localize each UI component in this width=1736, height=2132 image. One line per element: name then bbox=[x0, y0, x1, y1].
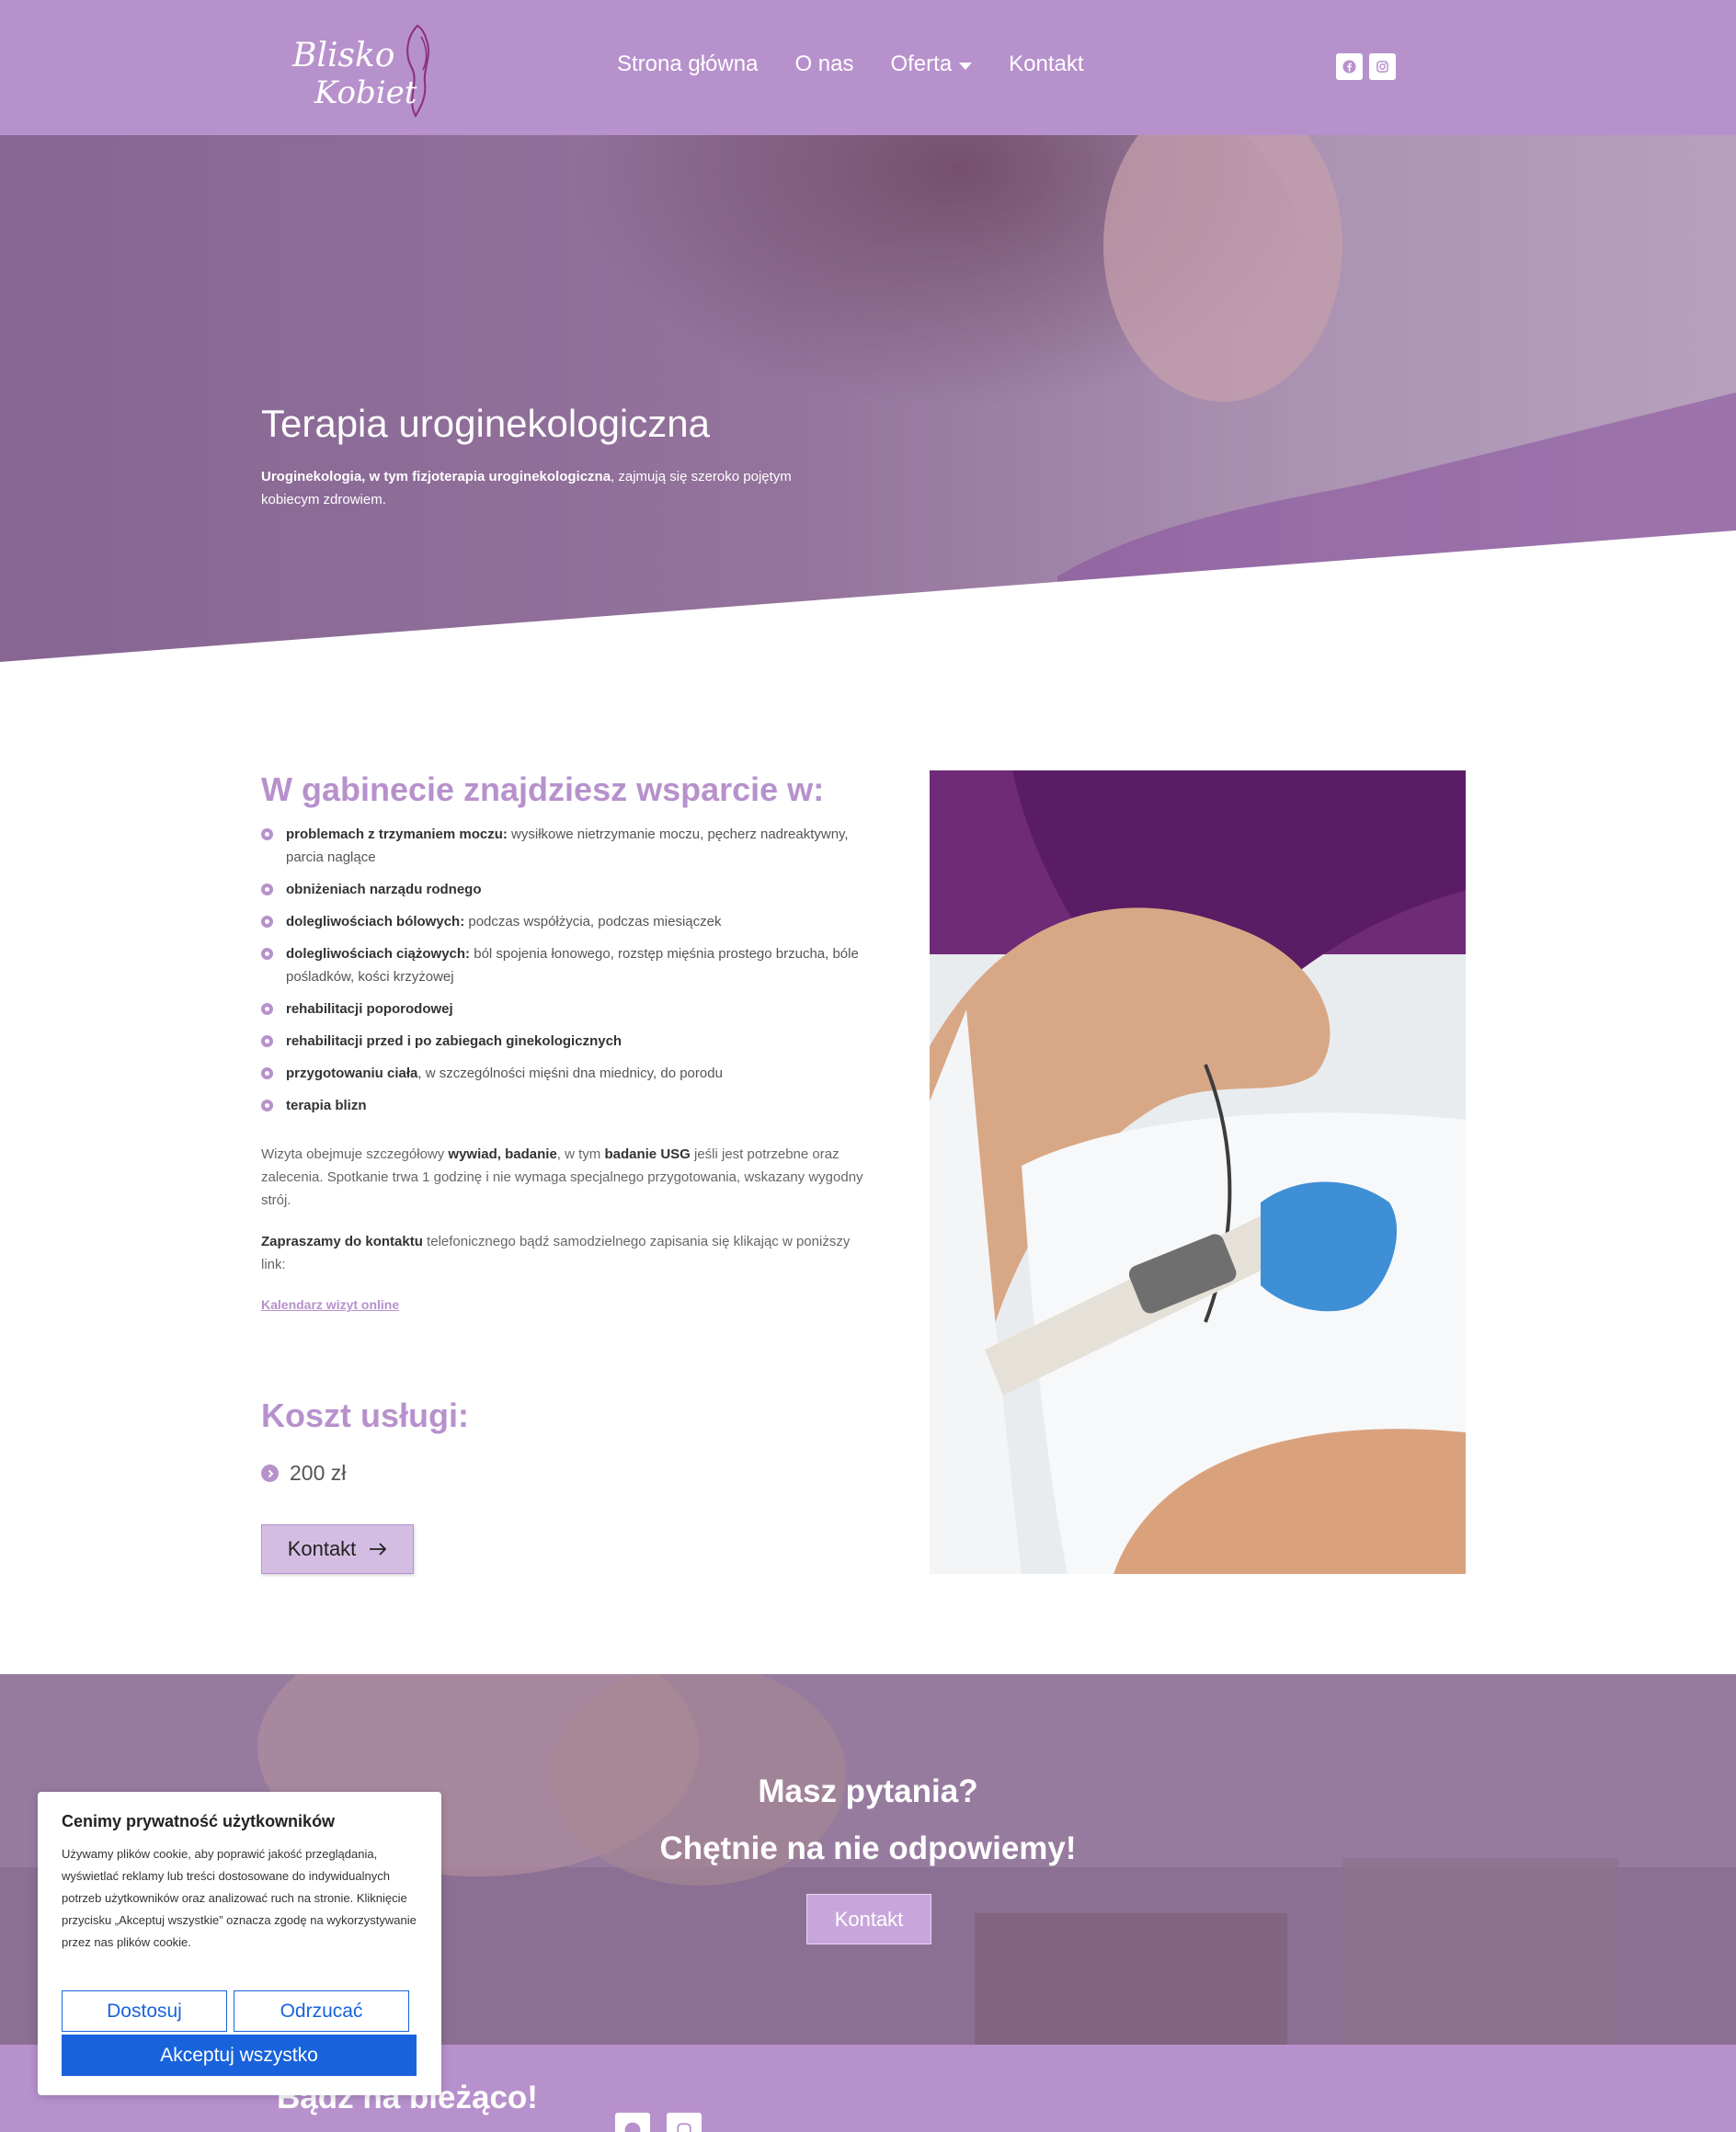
bullet-icon bbox=[261, 828, 273, 840]
support-heading: W gabinecie znajdziesz wsparcie w: bbox=[261, 770, 825, 808]
nav-offer-label: Oferta bbox=[890, 51, 953, 76]
list-item: dolegliwościach bólowych: podczas współż… bbox=[261, 910, 868, 933]
invite-bold: Zapraszamy do kontaktu bbox=[261, 1234, 423, 1249]
page-title: Terapia uroginekologiczna bbox=[261, 402, 710, 445]
svg-text:Kobiet: Kobiet bbox=[314, 74, 417, 111]
arrow-right-icon bbox=[370, 1543, 387, 1556]
item-bold: obniżeniach narządu rodnego bbox=[286, 882, 482, 897]
cookie-reject-button[interactable]: Odrzucać bbox=[234, 1990, 409, 2032]
facebook-icon[interactable] bbox=[1336, 53, 1363, 80]
list-item: rehabilitacji poporodowej bbox=[261, 998, 868, 1020]
header-social bbox=[1336, 53, 1396, 80]
main-nav: Strona główna O nas Oferta Kontakt bbox=[617, 51, 1084, 77]
site-logo[interactable]: Blisko Kobiet bbox=[289, 18, 443, 127]
therapy-photo bbox=[930, 770, 1466, 1574]
hero-photo bbox=[0, 135, 1736, 662]
chevron-down-icon bbox=[959, 62, 973, 70]
list-item: problemach z trzymaniem moczu: wysiłkowe… bbox=[261, 823, 868, 869]
list-item: dolegliwościach ciążowych: ból spojenia … bbox=[261, 942, 868, 988]
list-item: terapia blizn bbox=[261, 1094, 868, 1117]
item-bold: przygotowaniu ciała bbox=[286, 1066, 418, 1081]
item-text: , w szczególności mięśni dna miednicy, d… bbox=[417, 1066, 723, 1081]
bullet-icon bbox=[261, 916, 273, 928]
bullet-icon bbox=[261, 1067, 273, 1079]
invite-text: Zapraszamy do kontaktu telefonicznego bą… bbox=[261, 1230, 868, 1276]
nav-contact[interactable]: Kontakt bbox=[1009, 51, 1083, 77]
instagram-icon[interactable] bbox=[1369, 53, 1396, 80]
item-bold: terapia blizn bbox=[286, 1098, 367, 1113]
nav-home[interactable]: Strona główna bbox=[617, 51, 758, 77]
hero-subtitle-bold: Uroginekologia, w tym fizjoterapia urogi… bbox=[261, 469, 611, 485]
pricing-heading: Koszt usługi: bbox=[261, 1397, 469, 1434]
item-bold: dolegliwościach bólowych: bbox=[286, 914, 465, 929]
cookie-accept-button[interactable]: Akceptuj wszystko bbox=[62, 2035, 417, 2076]
facebook-icon[interactable] bbox=[615, 2113, 650, 2132]
list-item: rehabilitacji przed i po zabiegach ginek… bbox=[261, 1030, 868, 1053]
hero-subtitle: Uroginekologia, w tym fizjoterapia urogi… bbox=[261, 465, 831, 511]
item-bold: rehabilitacji poporodowej bbox=[286, 1001, 453, 1017]
visit-text-1: Wizyta obejmuje szczegółowy bbox=[261, 1146, 449, 1162]
bullet-icon bbox=[261, 1035, 273, 1047]
calendar-link[interactable]: Kalendarz wizyt online bbox=[261, 1297, 399, 1312]
cookie-customize-button[interactable]: Dostosuj bbox=[62, 1990, 227, 2032]
nav-home-label: Strona główna bbox=[617, 51, 759, 76]
svg-text:Blisko: Blisko bbox=[291, 37, 394, 74]
nav-about[interactable]: O nas bbox=[794, 51, 853, 77]
bullet-icon bbox=[261, 948, 273, 960]
contact-button[interactable]: Kontakt bbox=[261, 1524, 414, 1574]
bullet-icon bbox=[261, 1003, 273, 1015]
services-list: problemach z trzymaniem moczu: wysiłkowe… bbox=[261, 823, 868, 1126]
nav-contact-label: Kontakt bbox=[1009, 51, 1084, 76]
price-value: 200 zł bbox=[290, 1461, 347, 1485]
item-bold: dolegliwościach ciążowych: bbox=[286, 946, 471, 962]
visit-description: Wizyta obejmuje szczegółowy wywiad, bada… bbox=[261, 1143, 868, 1212]
bullet-icon bbox=[261, 1100, 273, 1112]
nav-offer[interactable]: Oferta bbox=[890, 51, 973, 77]
item-bold: rehabilitacji przed i po zabiegach ginek… bbox=[286, 1033, 622, 1049]
item-text: podczas współżycia, podczas miesiączek bbox=[464, 914, 722, 929]
visit-bold-2: badanie USG bbox=[604, 1146, 691, 1162]
footer-social bbox=[615, 2113, 702, 2132]
chevron-right-circle-icon bbox=[261, 1465, 279, 1482]
list-item: przygotowaniu ciała, w szczególności mię… bbox=[261, 1062, 868, 1085]
list-item: obniżeniach narządu rodnego bbox=[261, 878, 868, 901]
instagram-icon[interactable] bbox=[667, 2113, 702, 2132]
bullet-icon bbox=[261, 884, 273, 895]
cookie-text: Używamy plików cookie, aby poprawić jako… bbox=[62, 1847, 417, 1949]
visit-text-2: , w tym bbox=[556, 1146, 605, 1162]
visit-bold-1: wywiad, badanie bbox=[448, 1146, 557, 1162]
cookie-title: Cenimy prywatność użytkowników bbox=[62, 1812, 336, 1830]
site-header: Blisko Kobiet Strona główna O nas Oferta… bbox=[0, 0, 1736, 135]
contact-button-label: Kontakt bbox=[287, 1537, 357, 1560]
item-bold: problemach z trzymaniem moczu: bbox=[286, 827, 508, 842]
cookie-consent-banner: Cenimy prywatność użytkowników Używamy p… bbox=[38, 1792, 441, 2095]
cta-contact-button[interactable]: Kontakt bbox=[806, 1894, 931, 1944]
nav-about-label: O nas bbox=[794, 51, 854, 76]
hero-section: Terapia uroginekologiczna Uroginekologia… bbox=[0, 135, 1736, 662]
price-row: 200 zł bbox=[261, 1461, 346, 1486]
